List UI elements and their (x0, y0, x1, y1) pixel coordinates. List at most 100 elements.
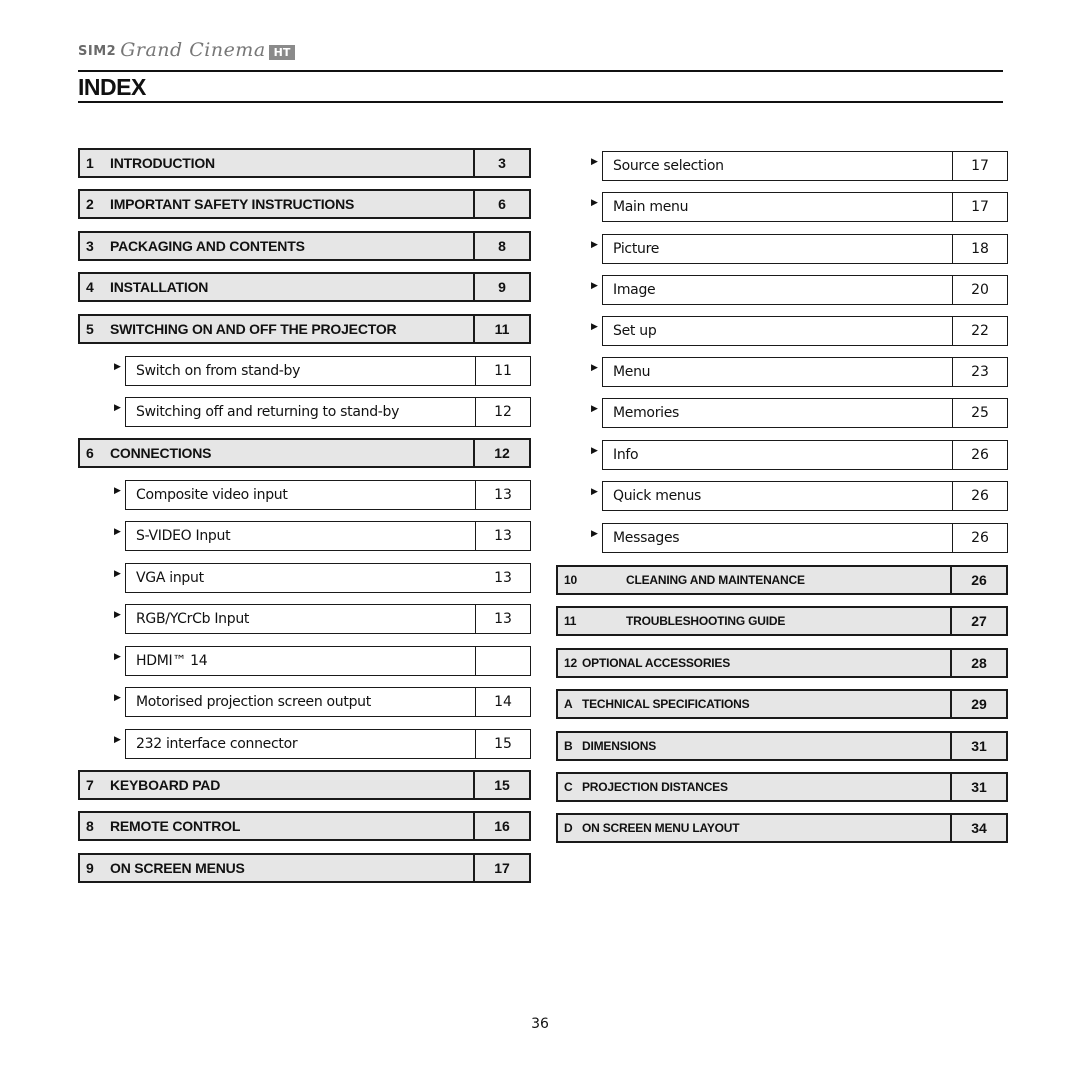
entry-title: Menu (613, 364, 651, 380)
entry-box: Set up 22 (602, 316, 1008, 346)
index-subsection[interactable]: ▶ S-VIDEO Input 13 (114, 521, 531, 551)
index-section[interactable]: 7 KEYBOARD PAD 15 (78, 770, 531, 800)
entry-box: Motorised projection screen output 14 (125, 687, 531, 717)
index-subsection[interactable]: ▶ VGA input 13 (114, 563, 531, 593)
entry-title: TECHNICAL SPECIFICATIONS (582, 697, 750, 711)
entry-box: Picture 18 (602, 234, 1008, 264)
entry-page-number: 3 (498, 155, 506, 171)
index-section[interactable]: 5 SWITCHING ON AND OFF THE PROJECTOR 11 (78, 314, 531, 344)
bullet-arrow-icon: ▶ (114, 569, 121, 579)
entry-label-cell: Set up (603, 317, 953, 345)
entry-title: Set up (613, 323, 657, 339)
entry-page-number: 17 (971, 158, 989, 174)
entry-box: Main menu 17 (602, 192, 1008, 222)
index-section[interactable]: 11 TROUBLESHOOTING GUIDE 27 (556, 606, 1008, 636)
entry-label-cell: 2 IMPORTANT SAFETY INSTRUCTIONS (80, 191, 475, 217)
entry-page-number: 14 (494, 694, 512, 710)
index-section[interactable]: 3 PACKAGING AND CONTENTS 8 (78, 231, 531, 261)
entry-title: INTRODUCTION (110, 155, 215, 171)
index-subsection[interactable]: ▶ Image 20 (591, 275, 1008, 305)
index-subsection[interactable]: ▶ Info 26 (591, 440, 1008, 470)
entry-page-number: 13 (494, 487, 512, 503)
entry-page-number: 23 (971, 364, 989, 380)
index-section[interactable]: 12 OPTIONAL ACCESSORIES 28 (556, 648, 1008, 678)
entry-label-cell: Image (603, 276, 953, 304)
index-subsection[interactable]: ▶ Memories 25 (591, 398, 1008, 428)
section-number: 1 (86, 155, 94, 171)
entry-label-cell: 3 PACKAGING AND CONTENTS (80, 233, 475, 259)
index-subsection[interactable]: ▶ Switching off and returning to stand-by… (114, 397, 531, 427)
bullet-arrow-icon: ▶ (591, 363, 598, 373)
page-title: INDEX (78, 74, 146, 100)
index-section[interactable]: 9 ON SCREEN MENUS 17 (78, 853, 531, 883)
bullet-arrow-icon: ▶ (114, 735, 121, 745)
index-subsection[interactable]: ▶ Composite video input 13 (114, 480, 531, 510)
entry-title: Source selection (613, 158, 724, 174)
entry-title: SWITCHING ON AND OFF THE PROJECTOR (110, 321, 397, 337)
index-section[interactable]: C PROJECTION DISTANCES 31 (556, 772, 1008, 802)
entry-title: DIMENSIONS (582, 739, 657, 753)
index-section[interactable]: B DIMENSIONS 31 (556, 731, 1008, 761)
index-section[interactable]: 1 INTRODUCTION 3 (78, 148, 531, 178)
entry-box: Memories 25 (602, 398, 1008, 428)
entry-page-number: 12 (494, 404, 512, 420)
index-section[interactable]: 10 CLEANING AND MAINTENANCE 26 (556, 565, 1008, 595)
index-subsection[interactable]: ▶ Quick menus 26 (591, 481, 1008, 511)
index-subsection[interactable]: ▶ Main menu 17 (591, 192, 1008, 222)
entry-title: INSTALLATION (110, 279, 209, 295)
index-subsection[interactable]: ▶ Set up 22 (591, 316, 1008, 346)
index-subsection[interactable]: ▶ Menu 23 (591, 357, 1008, 387)
entry-title: 232 interface connector (136, 736, 298, 752)
index-subsection[interactable]: ▶ Motorised projection screen output 14 (114, 687, 531, 717)
index-subsection[interactable]: ▶ Messages 26 (591, 523, 1008, 553)
entry-title: Composite video input (136, 487, 288, 503)
section-number: 6 (86, 445, 94, 461)
entry-label-cell: 232 interface connector (126, 730, 476, 758)
entry-page-number: 9 (498, 279, 506, 295)
entry-box: Switching off and returning to stand-by 1… (125, 397, 531, 427)
logo-brand: SIM2 (78, 44, 117, 59)
entry-page-number: 26 (971, 572, 987, 588)
entry-label-cell: Messages (603, 524, 953, 552)
bullet-arrow-icon: ▶ (591, 404, 598, 414)
entry-page-number: 26 (971, 530, 989, 546)
section-number: 9 (86, 860, 94, 876)
index-subsection[interactable]: ▶ Picture 18 (591, 234, 1008, 264)
bullet-arrow-icon: ▶ (591, 281, 598, 291)
index-subsection[interactable]: ▶ RGB/YCrCb Input 13 (114, 604, 531, 634)
index-section[interactable]: 4 INSTALLATION 9 (78, 272, 531, 302)
section-number: 5 (86, 321, 94, 337)
index-section[interactable]: 8 REMOTE CONTROL 16 (78, 811, 531, 841)
entry-title: VGA input (136, 570, 204, 586)
bullet-arrow-icon: ▶ (114, 362, 121, 372)
entry-page-number: 28 (971, 655, 987, 671)
entry-title: Switch on from stand-by (136, 363, 301, 379)
index-subsection[interactable]: ▶ Switch on from stand-by 11 (114, 356, 531, 386)
index-section[interactable]: D ON SCREEN MENU LAYOUT 34 (556, 813, 1008, 843)
entry-box: A TECHNICAL SPECIFICATIONS 29 (556, 689, 1008, 719)
section-number: 2 (86, 196, 94, 212)
entry-label-cell: 11 TROUBLESHOOTING GUIDE (558, 608, 952, 634)
index-subsection[interactable]: ▶ 232 interface connector 15 (114, 729, 531, 759)
entry-box: 4 INSTALLATION 9 (78, 272, 531, 302)
entry-title: KEYBOARD PAD (110, 777, 221, 793)
entry-box: 11 TROUBLESHOOTING GUIDE 27 (556, 606, 1008, 636)
entry-label-cell: Main menu (603, 193, 953, 221)
bullet-arrow-icon: ▶ (591, 322, 598, 332)
entry-page-number: 31 (971, 738, 987, 754)
index-section[interactable]: 2 IMPORTANT SAFETY INSTRUCTIONS 6 (78, 189, 531, 219)
entry-title: Image (613, 282, 656, 298)
index-subsection[interactable]: ▶ Source selection 17 (591, 151, 1008, 181)
entry-title: Switching off and returning to stand-by (136, 404, 400, 420)
entry-title: ON SCREEN MENUS (110, 860, 245, 876)
entry-title: Main menu (613, 199, 689, 215)
entry-box: RGB/YCrCb Input 13 (125, 604, 531, 634)
entry-box: 1 INTRODUCTION 3 (78, 148, 531, 178)
index-subsection[interactable]: ▶ HDMI™ 14 (114, 646, 531, 676)
entry-box: Messages 26 (602, 523, 1008, 553)
section-number: 8 (86, 818, 94, 834)
entry-box: B DIMENSIONS 31 (556, 731, 1008, 761)
index-section[interactable]: 6 CONNECTIONS 12 (78, 438, 531, 468)
entry-box: Image 20 (602, 275, 1008, 305)
index-section[interactable]: A TECHNICAL SPECIFICATIONS 29 (556, 689, 1008, 719)
